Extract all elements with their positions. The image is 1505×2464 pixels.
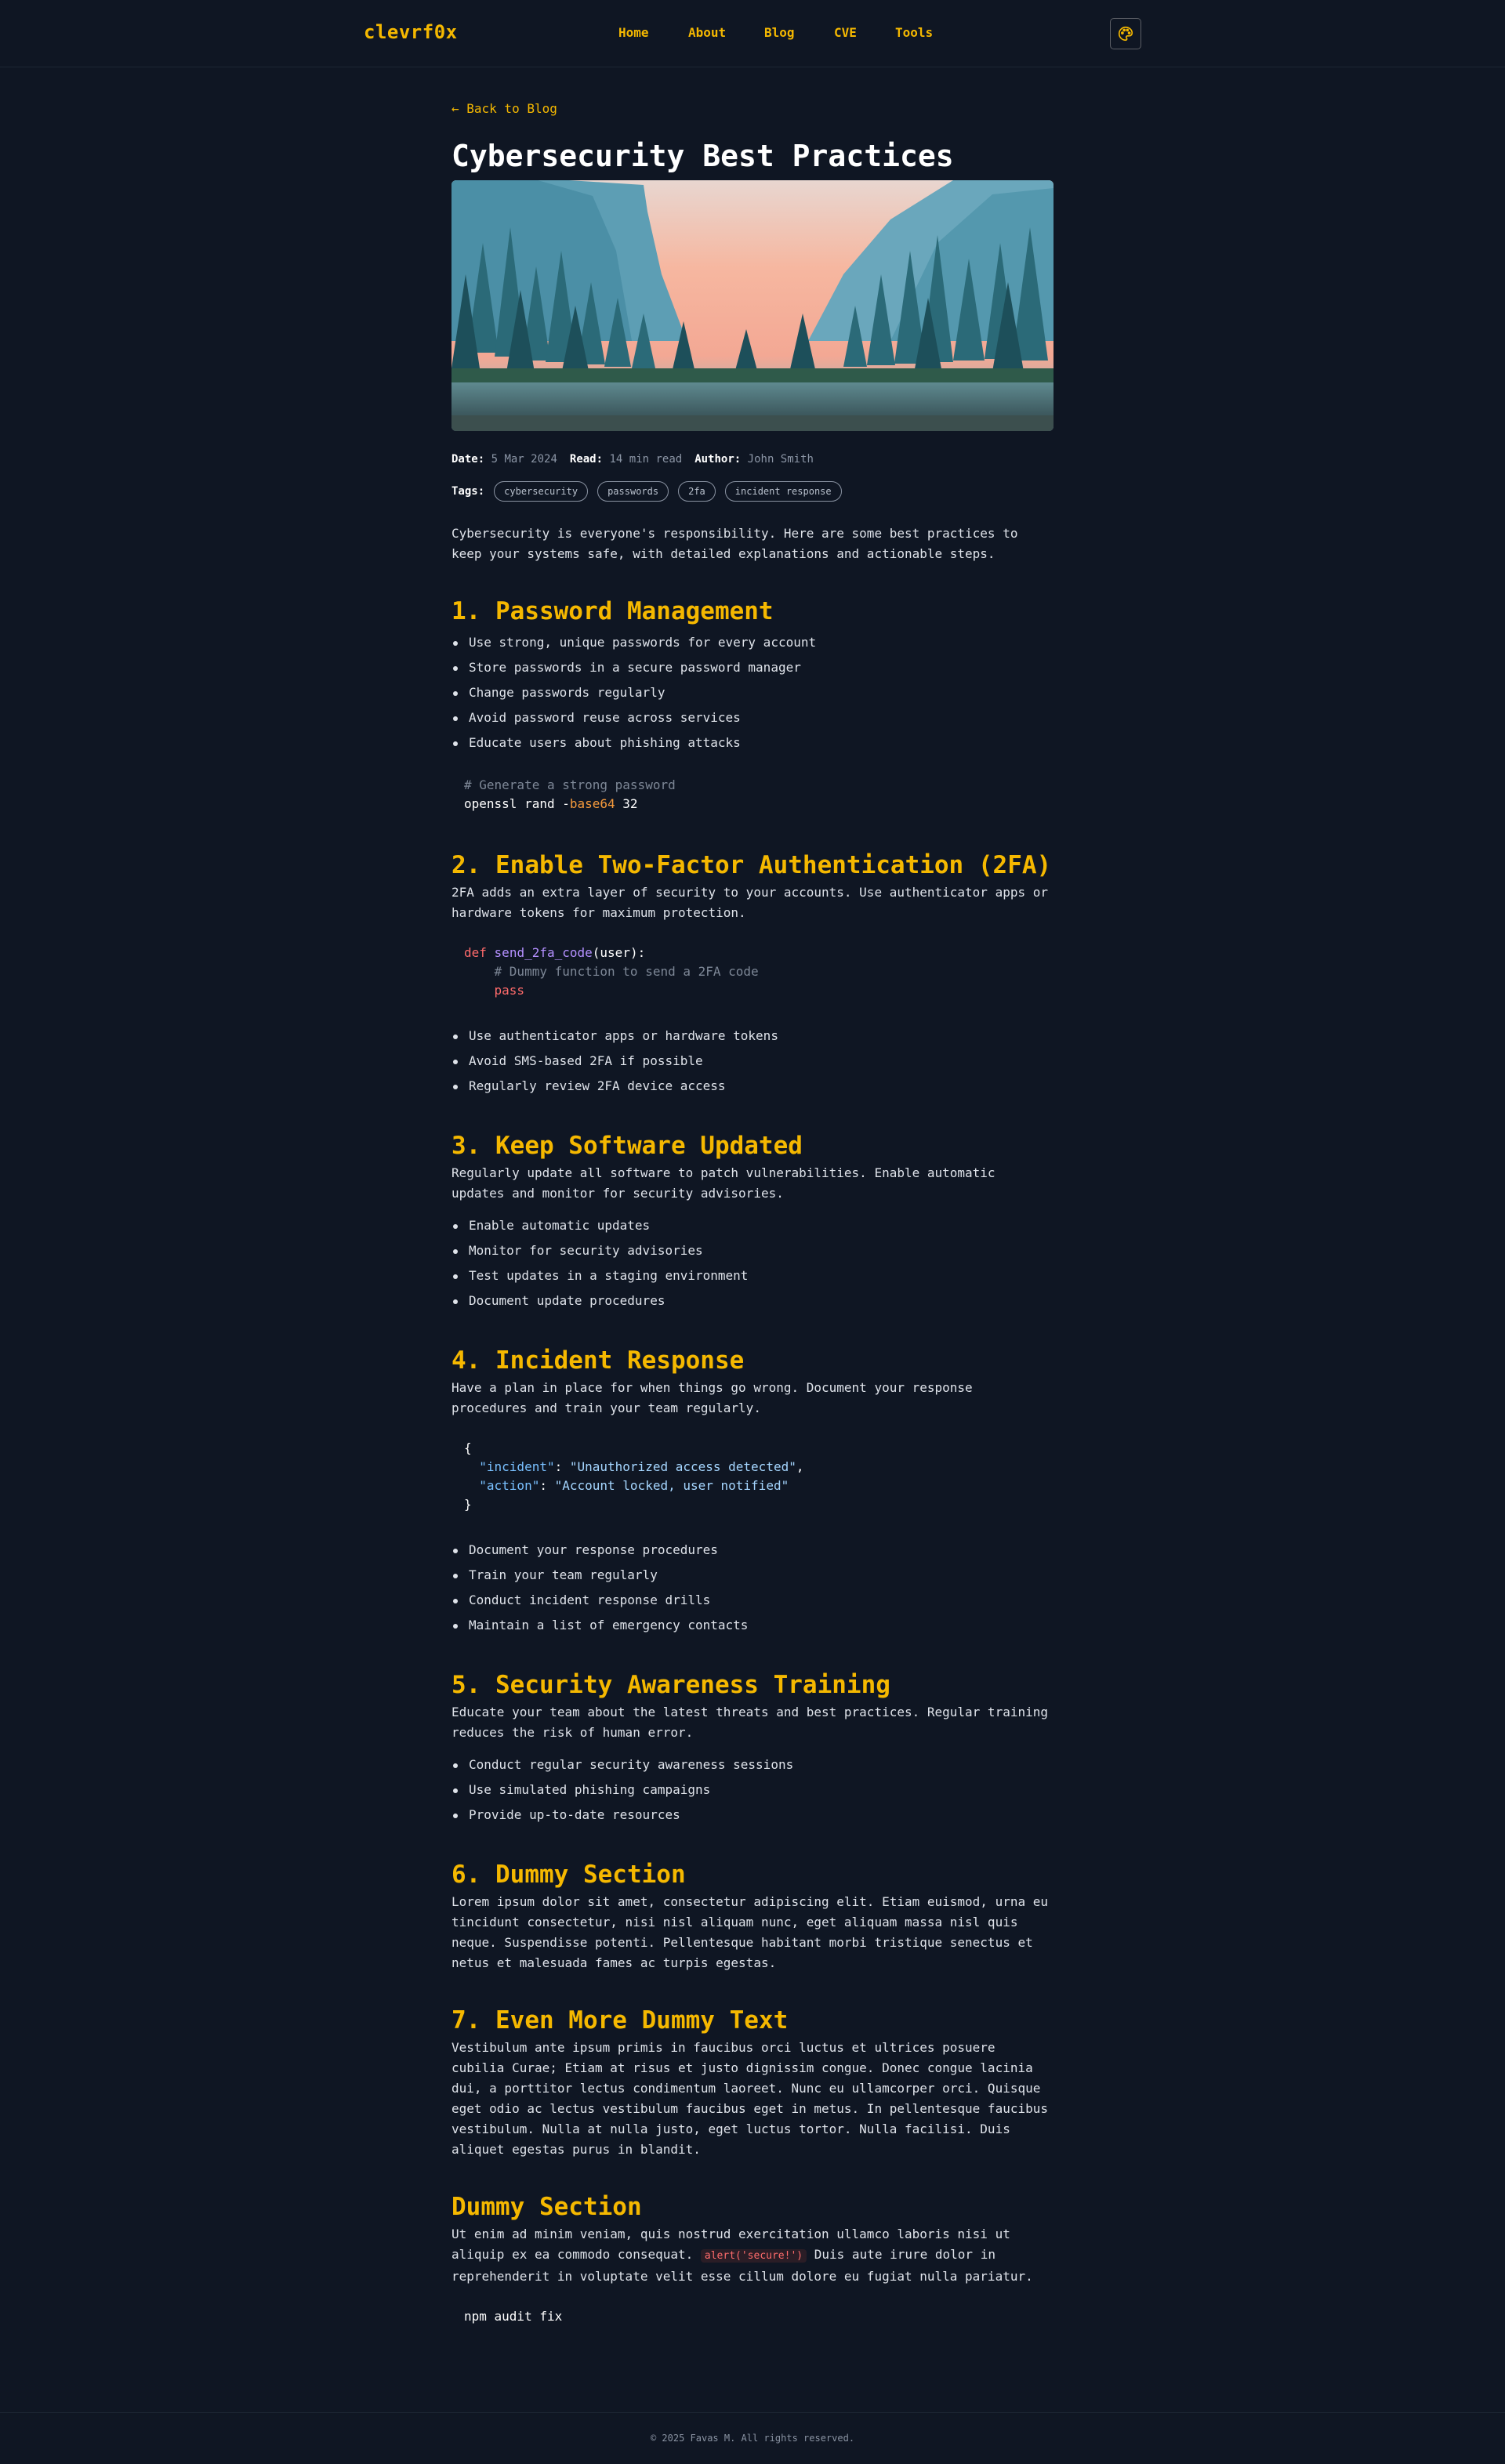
section-heading: 2. Enable Two-Factor Authentication (2FA… <box>452 851 1052 879</box>
tag-list: Tags: cybersecurity passwords 2fa incide… <box>452 481 1054 502</box>
section-heading: 7. Even More Dummy Text <box>452 2006 789 2035</box>
section-heading: 1. Password Management <box>452 597 774 625</box>
code-comment: # Dummy function to send a 2FA code <box>494 964 759 979</box>
code-block: def send_2fa_code(user): # Dummy functio… <box>452 944 1054 1000</box>
list-item: Avoid password reuse across services <box>452 705 1054 730</box>
list-item: Use authenticator apps or hardware token… <box>452 1024 1054 1049</box>
list-item: Regularly review 2FA device access <box>452 1074 1054 1099</box>
top-navbar: clevrf0x Home About Blog CVE Tools <box>0 0 1505 67</box>
list-item: Enable automatic updates <box>452 1213 1054 1238</box>
read-time: 14 min read <box>609 453 683 466</box>
palette-icon <box>1119 26 1133 42</box>
list-item: Change passwords regularly <box>452 680 1054 705</box>
code-command: npm audit fix <box>464 2309 563 2324</box>
code-key: "incident" <box>479 1459 555 1474</box>
nav-tools[interactable]: Tools <box>895 25 933 40</box>
code-string: "Unauthorized access detected" <box>569 1459 796 1474</box>
nav-home[interactable]: Home <box>618 25 649 40</box>
section-heading: 3. Keep Software Updated <box>452 1132 803 1160</box>
tag-chip[interactable]: 2fa <box>678 481 716 502</box>
bullet-list: Use strong, unique passwords for every a… <box>452 630 1054 756</box>
back-to-blog-link[interactable]: ← Back to Blog <box>452 99 557 119</box>
inline-code: alert('secure!') <box>700 2249 807 2263</box>
post-date: 5 Mar 2024 <box>491 453 557 466</box>
intro-paragraph: Cybersecurity is everyone's responsibili… <box>452 526 1018 561</box>
list-item: Provide up-to-date resources <box>452 1803 1054 1828</box>
section-heading: Dummy Section <box>452 2193 642 2221</box>
list-item: Test updates in a staging environment <box>452 1263 1054 1288</box>
section-text: Regularly update all software to patch v… <box>452 1165 995 1201</box>
code-args: (user): <box>592 945 646 960</box>
section-heading: 4. Incident Response <box>452 1346 745 1375</box>
section-heading: 6. Dummy Section <box>452 1861 686 1889</box>
page-footer: © 2025 Favas M. All rights reserved. <box>0 2412 1505 2464</box>
section-text: Ut enim ad minim veniam, quis nostrud ex… <box>452 2224 1054 2287</box>
bullet-list: Enable automatic updates Monitor for sec… <box>452 1213 1054 1314</box>
list-item: Monitor for security advisories <box>452 1238 1054 1263</box>
list-item: Avoid SMS-based 2FA if possible <box>452 1049 1054 1074</box>
code-keyword: pass <box>494 983 525 998</box>
code-command: openssl rand - <box>464 796 570 811</box>
section-text: 2FA adds an extra layer of security to y… <box>452 885 1048 920</box>
code-arg: 32 <box>615 796 638 811</box>
tags-label: Tags: <box>452 485 485 498</box>
list-item: Document your response procedures <box>452 1538 1054 1563</box>
post-author: John Smith <box>747 453 814 466</box>
code-brace: } <box>464 1497 472 1512</box>
author-label: Author: <box>694 453 742 466</box>
code-brace: { <box>464 1440 472 1455</box>
nav-cve[interactable]: CVE <box>834 25 857 40</box>
page-title: Cybersecurity Best Practices <box>452 139 954 173</box>
section-text: Vestibulum ante ipsum primis in faucibus… <box>452 2040 1048 2157</box>
code-block: { "incident": "Unauthorized access detec… <box>464 1440 804 1512</box>
code-string: "Account locked, user notified" <box>554 1478 789 1493</box>
list-item: Conduct incident response drills <box>452 1588 1054 1613</box>
list-item: Document update procedures <box>452 1288 1054 1314</box>
list-item: Use simulated phishing campaigns <box>452 1777 1054 1803</box>
code-key: "action" <box>479 1478 540 1493</box>
nav-blog[interactable]: Blog <box>764 25 795 40</box>
bullet-list: Use authenticator apps or hardware token… <box>452 1024 1054 1099</box>
bullet-list: Document your response procedures Train … <box>452 1538 1054 1638</box>
section-text: Lorem ipsum dolor sit amet, consectetur … <box>452 1894 1048 1970</box>
code-comment: # Generate a strong password <box>464 777 676 792</box>
code-flag: base64 <box>569 796 615 811</box>
list-item: Maintain a list of emergency contacts <box>452 1613 1054 1638</box>
section-text: Have a plan in place for when things go … <box>452 1380 973 1415</box>
code-keyword: def <box>464 945 487 960</box>
tag-chip[interactable]: cybersecurity <box>494 481 589 502</box>
read-label: Read: <box>569 453 604 466</box>
main-nav: Home About Blog CVE Tools <box>0 25 1505 42</box>
list-item: Train your team regularly <box>452 1563 1054 1588</box>
code-function: send_2fa_code <box>494 945 593 960</box>
section-text: Educate your team about the latest threa… <box>452 1705 1048 1740</box>
list-item: Store passwords in a secure password man… <box>452 655 1054 680</box>
list-item: Conduct regular security awareness sessi… <box>452 1752 1054 1777</box>
post-meta: Date: 5 Mar 2024 Read: 14 min read Autho… <box>452 451 1054 467</box>
blog-article: ← Back to Blog Cybersecurity Best Practi… <box>452 99 1054 2326</box>
code-block: # Generate a strong password openssl ran… <box>452 776 1054 813</box>
section-heading: 5. Security Awareness Training <box>452 1671 890 1699</box>
list-item: Educate users about phishing attacks <box>452 730 1054 756</box>
tag-chip[interactable]: passwords <box>597 481 669 502</box>
bullet-list: Conduct regular security awareness sessi… <box>452 1752 1054 1828</box>
theme-toggle-button[interactable] <box>1110 18 1141 49</box>
nav-about[interactable]: About <box>688 25 726 40</box>
list-item: Use strong, unique passwords for every a… <box>452 630 1054 655</box>
hero-image <box>452 180 1054 431</box>
tag-chip[interactable]: incident response <box>724 481 842 502</box>
copyright-text: © 2025 Favas M. All rights reserved. <box>650 2433 855 2444</box>
code-block: npm audit fix <box>452 2307 1054 2326</box>
date-label: Date: <box>452 453 485 466</box>
